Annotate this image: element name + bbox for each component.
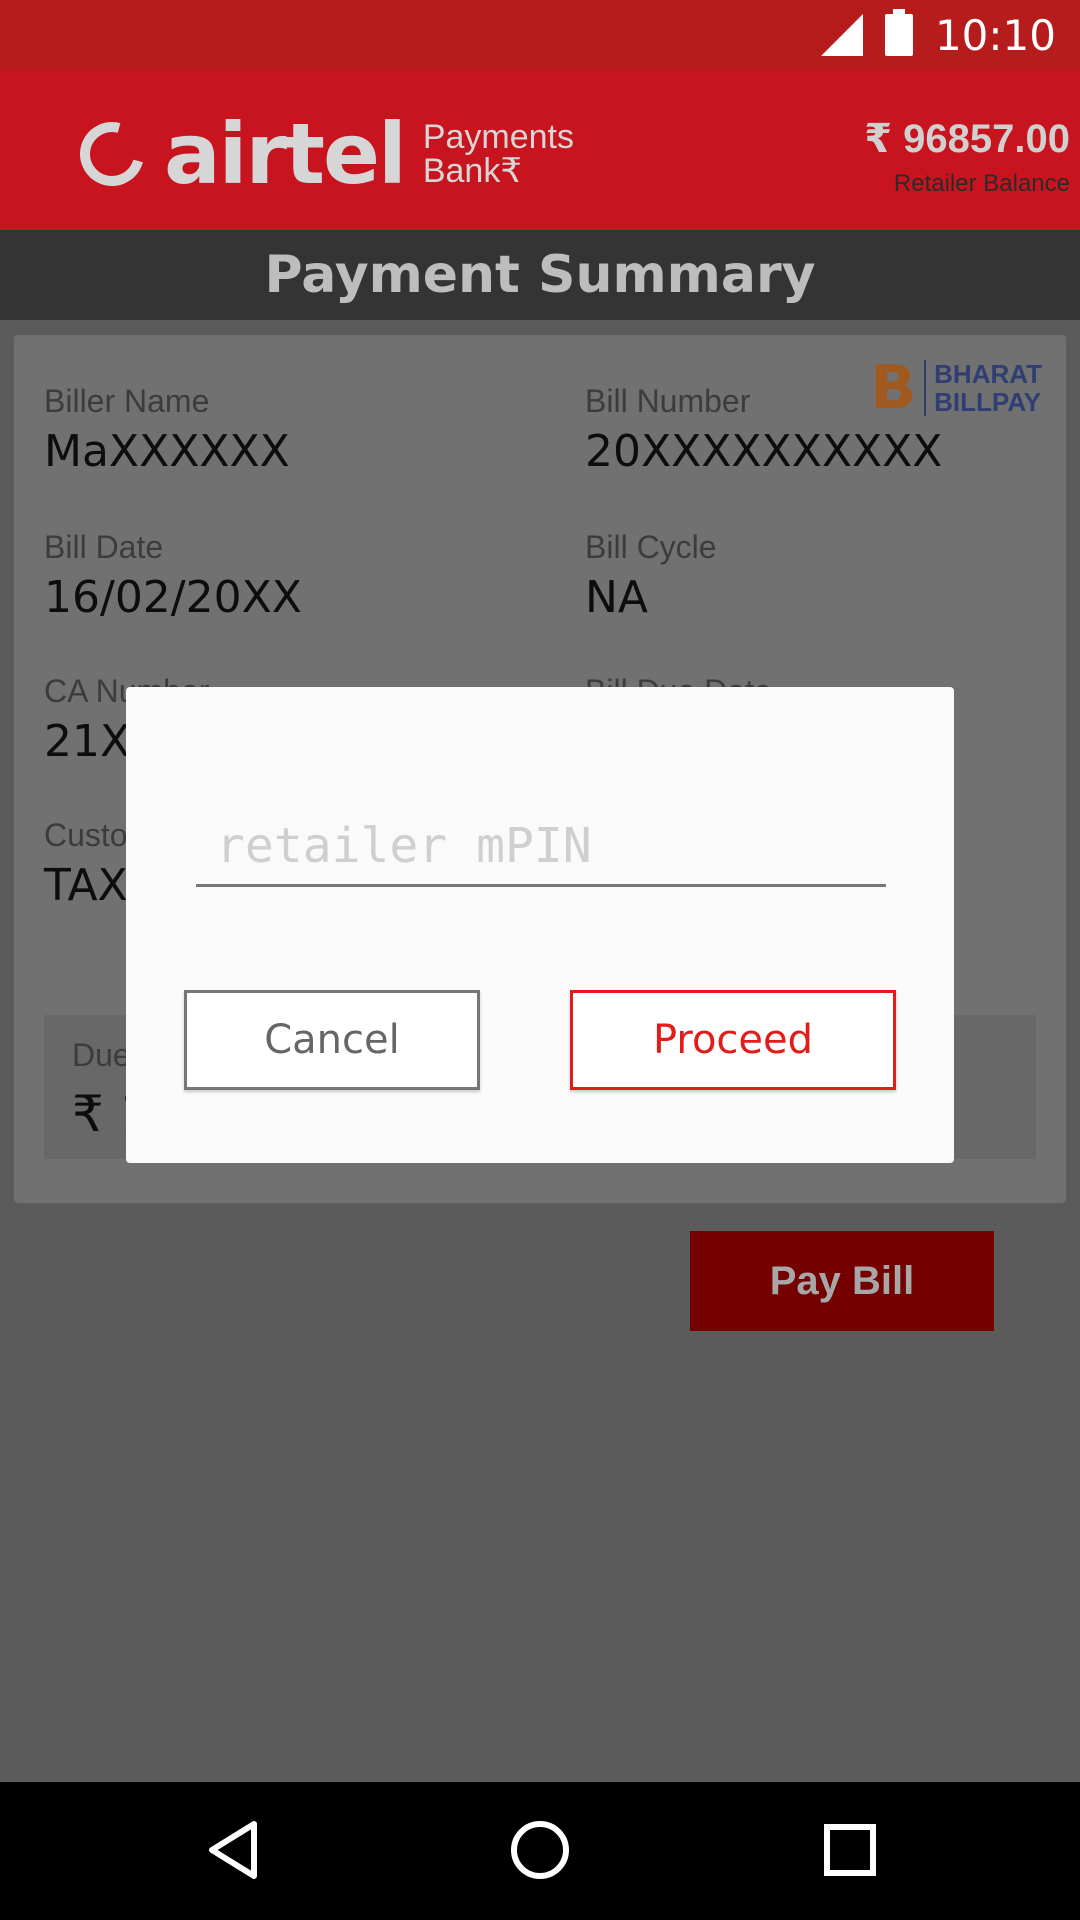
bill-cycle-value: NA xyxy=(585,572,649,623)
back-icon[interactable] xyxy=(204,1818,264,1882)
mpin-dialog: Cancel Proceed xyxy=(126,687,954,1163)
airtel-swirl-icon xyxy=(68,110,156,198)
battery-icon xyxy=(884,9,913,56)
navigation-bar xyxy=(0,1782,1080,1920)
customer-field: Custo TAX xyxy=(44,817,128,911)
retailer-balance: ₹ 96857.00 Retailer Balance xyxy=(864,116,1070,198)
airtel-payments-bank-logo: airtel Payments Bank₹ xyxy=(68,105,574,203)
brand-subtitle: Payments Bank₹ xyxy=(423,120,574,188)
biller-name-field: Biller Name MaXXXXXX xyxy=(44,383,290,477)
bill-date-field: Bill Date 16/02/20XX xyxy=(44,529,302,623)
bill-date-label: Bill Date xyxy=(44,529,164,565)
status-time: 10:10 xyxy=(934,10,1056,60)
app-header: airtel Payments Bank₹ ₹ 96857.00 Retaile… xyxy=(0,70,1080,230)
proceed-button[interactable]: Proceed xyxy=(570,990,896,1090)
page-title: Payment Summary xyxy=(264,245,816,305)
pay-bill-button[interactable]: Pay Bill xyxy=(690,1231,994,1331)
status-bar: 10:10 xyxy=(0,0,1080,70)
cancel-button[interactable]: Cancel xyxy=(184,990,480,1090)
home-icon[interactable] xyxy=(508,1818,572,1882)
customer-label: Custo xyxy=(44,817,128,853)
bill-date-value: 16/02/20XX xyxy=(44,572,302,623)
due-label: Due xyxy=(72,1037,131,1073)
customer-value: TAX xyxy=(44,860,128,911)
balance-amount: ₹ 96857.00 xyxy=(864,117,1070,161)
biller-name-value: MaXXXXXX xyxy=(44,426,290,477)
mpin-input[interactable] xyxy=(196,807,886,887)
bill-number-value: 20XXXXXXXXXX xyxy=(585,426,943,477)
bill-number-label: Bill Number xyxy=(585,383,751,419)
bill-cycle-label: Bill Cycle xyxy=(585,529,717,565)
bbps-line1: BHARAT xyxy=(934,359,1042,389)
brand-subtitle-line1: Payments xyxy=(422,118,575,156)
bill-number-field: Bill Number 20XXXXXXXXXX xyxy=(585,383,942,477)
bbps-line2: BILLPAY xyxy=(934,387,1042,417)
bill-cycle-field: Bill Cycle NA xyxy=(585,529,717,623)
signal-icon xyxy=(820,14,863,56)
biller-name-label: Biller Name xyxy=(44,383,210,419)
recents-icon[interactable] xyxy=(822,1818,878,1882)
brand-name: airtel xyxy=(164,105,407,203)
title-bar: Payment Summary xyxy=(0,230,1080,320)
brand-subtitle-line2: Bank₹ xyxy=(422,152,522,190)
balance-label: Retailer Balance xyxy=(893,170,1070,197)
